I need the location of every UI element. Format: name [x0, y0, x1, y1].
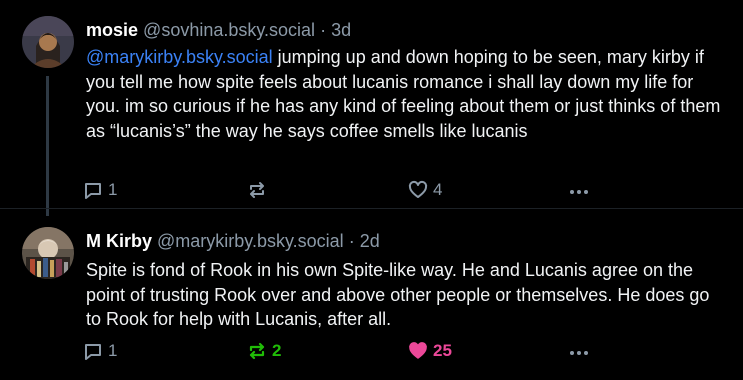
post-actions: 1 4	[83, 178, 623, 202]
repost-button[interactable]: 2	[247, 339, 281, 363]
avatar-mkirby[interactable]	[22, 227, 74, 279]
mention-link[interactable]: @marykirby.bsky.social	[86, 47, 273, 67]
handle[interactable]: @sovhina.bsky.social	[143, 20, 315, 40]
more-options-button[interactable]	[568, 178, 590, 202]
repost-arrows-icon	[250, 182, 264, 198]
speech-bubble-icon	[85, 183, 101, 199]
reply-button[interactable]: 1	[83, 178, 117, 202]
timestamp[interactable]: 2d	[360, 231, 380, 251]
post-mosie[interactable]: mosie @sovhina.bsky.social · 3d @marykir…	[0, 0, 743, 216]
display-name[interactable]: M Kirby	[86, 231, 152, 251]
reply-count: 1	[108, 341, 118, 360]
like-button[interactable]: 4	[408, 178, 442, 202]
ellipsis-icon	[570, 351, 588, 355]
handle[interactable]: @marykirby.bsky.social	[157, 231, 344, 251]
timestamp[interactable]: 3d	[331, 20, 351, 40]
separator-dot: ·	[320, 20, 327, 40]
heart-icon	[408, 180, 428, 198]
display-name[interactable]: mosie	[86, 20, 138, 40]
post-text: Spite is fond of Rook in his own Spite-l…	[86, 260, 710, 329]
repost-button[interactable]	[247, 178, 272, 202]
post-header: M Kirby @marykirby.bsky.social · 2d	[86, 230, 380, 252]
repost-arrows-icon	[249, 342, 265, 360]
avatar-mosie[interactable]	[22, 16, 74, 68]
more-options-button[interactable]	[568, 339, 590, 363]
post-text: @marykirby.bsky.social jumping up and do…	[86, 45, 726, 143]
post-actions: 1 2 25	[83, 339, 623, 363]
like-count: 4	[433, 180, 443, 199]
post-header: mosie @sovhina.bsky.social · 3d	[86, 19, 351, 41]
ellipsis-icon	[570, 190, 588, 194]
separator-dot: ·	[348, 231, 355, 251]
thread-line	[46, 76, 49, 216]
reply-count: 1	[108, 180, 118, 199]
repost-count: 2	[272, 341, 282, 360]
heart-icon	[409, 342, 427, 359]
like-button[interactable]: 25	[408, 339, 452, 363]
reply-button[interactable]: 1	[83, 339, 117, 363]
post-mkirby[interactable]: M Kirby @marykirby.bsky.social · 2d Spit…	[0, 208, 743, 380]
speech-bubble-icon	[85, 344, 101, 360]
like-count: 25	[433, 341, 452, 360]
